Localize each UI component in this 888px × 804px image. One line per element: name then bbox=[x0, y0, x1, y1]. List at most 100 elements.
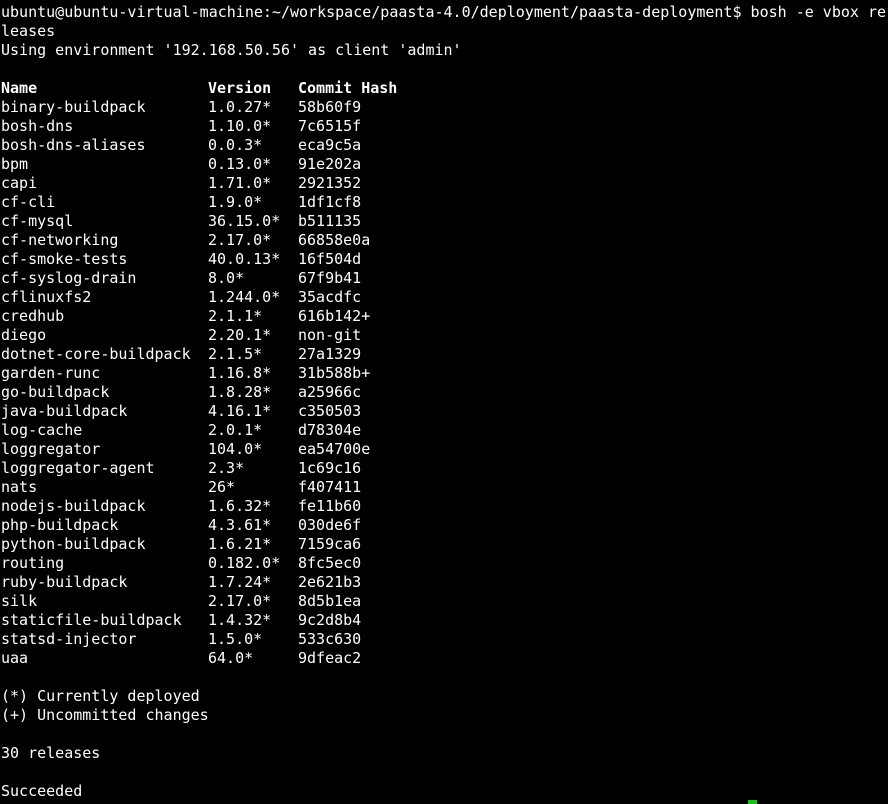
release-name: loggregator-agent bbox=[1, 459, 155, 477]
release-commit-hash: 58b60f9 bbox=[298, 98, 362, 116]
release-row: routing 0.182.0* 8fc5ec0 bbox=[1, 554, 888, 573]
release-commit-hash: 7159ca6 bbox=[298, 535, 362, 553]
release-commit-hash: 8fc5ec0 bbox=[298, 554, 362, 572]
status-message: Succeeded bbox=[1, 782, 83, 800]
terminal-cursor bbox=[748, 800, 757, 804]
release-name: staticfile-buildpack bbox=[1, 611, 182, 629]
header-commit-hash: Commit Hash bbox=[298, 79, 398, 97]
release-version: 0.0.3* bbox=[208, 136, 263, 154]
release-name: java-buildpack bbox=[1, 402, 128, 420]
release-commit-hash: fe11b60 bbox=[298, 497, 362, 515]
release-name: cf-cli bbox=[1, 193, 56, 211]
release-commit-hash: 1c69c16 bbox=[298, 459, 362, 477]
legend-uncommitted: (+) Uncommitted changes bbox=[1, 706, 209, 724]
release-row: python-buildpack 1.6.21* 7159ca6 bbox=[1, 535, 888, 554]
release-name: dotnet-core-buildpack bbox=[1, 345, 191, 363]
release-version: 26* bbox=[208, 478, 236, 496]
release-version: 1.16.8* bbox=[208, 364, 272, 382]
release-name: cf-mysql bbox=[1, 212, 74, 230]
release-version: 1.0.27* bbox=[208, 98, 272, 116]
header-version: Version bbox=[208, 79, 272, 97]
release-commit-hash: 35acdfc bbox=[298, 288, 362, 306]
release-commit-hash: c350503 bbox=[298, 402, 362, 420]
release-name: garden-runc bbox=[1, 364, 101, 382]
release-row: uaa 64.0* 9dfeac2 bbox=[1, 649, 888, 668]
release-version: 2.20.1* bbox=[208, 326, 272, 344]
release-row: php-buildpack 4.3.61* 030de6f bbox=[1, 516, 888, 535]
release-version: 4.3.61* bbox=[208, 516, 272, 534]
release-row: statsd-injector 1.5.0* 533c630 bbox=[1, 630, 888, 649]
release-version: 1.6.32* bbox=[208, 497, 272, 515]
release-version: 2.1.1* bbox=[208, 307, 263, 325]
release-row: dotnet-core-buildpack 2.1.5* 27a1329 bbox=[1, 345, 888, 364]
release-name: bpm bbox=[1, 155, 29, 173]
release-commit-hash: 616b142+ bbox=[298, 307, 371, 325]
release-row: loggregator-agent 2.3* 1c69c16 bbox=[1, 459, 888, 478]
release-version: 1.7.24* bbox=[208, 573, 272, 591]
header-name: Name bbox=[1, 79, 38, 97]
release-version: 0.13.0* bbox=[208, 155, 272, 173]
release-row: log-cache 2.0.1* d78304e bbox=[1, 421, 888, 440]
release-count: 30 releases bbox=[1, 744, 101, 762]
releases-table-body: binary-buildpack 1.0.27* 58b60f9 bosh-dns 1.… bbox=[1, 98, 888, 668]
release-version: 104.0* bbox=[208, 440, 263, 458]
release-version: 1.6.21* bbox=[208, 535, 272, 553]
release-row: credhub 2.1.1* 616b142+ bbox=[1, 307, 888, 326]
release-version: 1.5.0* bbox=[208, 630, 263, 648]
release-name: routing bbox=[1, 554, 65, 572]
release-commit-hash: 31b588b+ bbox=[298, 364, 371, 382]
release-name: bosh-dns-aliases bbox=[1, 136, 146, 154]
environment-line: Using environment '192.168.50.56' as cli… bbox=[1, 41, 462, 59]
release-name: loggregator bbox=[1, 440, 101, 458]
release-commit-hash: 9dfeac2 bbox=[298, 649, 362, 667]
release-version: 36.15.0* bbox=[208, 212, 281, 230]
release-row: cf-mysql 36.15.0* b511135 bbox=[1, 212, 888, 231]
release-version: 1.244.0* bbox=[208, 288, 281, 306]
release-name: capi bbox=[1, 174, 38, 192]
release-name: diego bbox=[1, 326, 47, 344]
release-commit-hash: 1df1cf8 bbox=[298, 193, 362, 211]
release-commit-hash: 2e621b3 bbox=[298, 573, 362, 591]
release-commit-hash: 2921352 bbox=[298, 174, 362, 192]
release-commit-hash: 030de6f bbox=[298, 516, 362, 534]
release-name: nodejs-buildpack bbox=[1, 497, 146, 515]
release-version: 64.0* bbox=[208, 649, 254, 667]
release-commit-hash: 8d5b1ea bbox=[298, 592, 362, 610]
release-commit-hash: ea54700e bbox=[298, 440, 371, 458]
release-name: ruby-buildpack bbox=[1, 573, 128, 591]
release-version: 1.9.0* bbox=[208, 193, 263, 211]
release-name: bosh-dns bbox=[1, 117, 74, 135]
release-row: bpm 0.13.0* 91e202a bbox=[1, 155, 888, 174]
release-row: go-buildpack 1.8.28* a25966c bbox=[1, 383, 888, 402]
release-name: statsd-injector bbox=[1, 630, 137, 648]
release-version: 1.71.0* bbox=[208, 174, 272, 192]
release-name: uaa bbox=[1, 649, 29, 667]
release-row: cf-cli 1.9.0* 1df1cf8 bbox=[1, 193, 888, 212]
release-row: cflinuxfs2 1.244.0* 35acdfc bbox=[1, 288, 888, 307]
terminal-window[interactable]: ubuntu@ubuntu-virtual-machine:~/workspac… bbox=[0, 0, 888, 804]
release-name: php-buildpack bbox=[1, 516, 119, 534]
release-name: cf-smoke-tests bbox=[1, 250, 128, 268]
release-commit-hash: 9c2d8b4 bbox=[298, 611, 362, 629]
release-commit-hash: d78304e bbox=[298, 421, 362, 439]
release-commit-hash: a25966c bbox=[298, 383, 362, 401]
release-row: cf-syslog-drain 8.0* 67f9b41 bbox=[1, 269, 888, 288]
release-name: go-buildpack bbox=[1, 383, 110, 401]
release-version: 1.4.32* bbox=[208, 611, 272, 629]
release-row: cf-smoke-tests 40.0.13* 16f504d bbox=[1, 250, 888, 269]
command-prompt-line: ubuntu@ubuntu-virtual-machine:~/workspac… bbox=[1, 3, 887, 21]
release-commit-hash: non-git bbox=[298, 326, 362, 344]
release-row: capi 1.71.0* 2921352 bbox=[1, 174, 888, 193]
release-version: 1.10.0* bbox=[208, 117, 272, 135]
release-commit-hash: 66858e0a bbox=[298, 231, 371, 249]
release-row: binary-buildpack 1.0.27* 58b60f9 bbox=[1, 98, 888, 117]
release-name: silk bbox=[1, 592, 38, 610]
release-commit-hash: f407411 bbox=[298, 478, 362, 496]
release-name: cflinuxfs2 bbox=[1, 288, 92, 306]
release-version: 0.182.0* bbox=[208, 554, 281, 572]
release-row: diego 2.20.1* non-git bbox=[1, 326, 888, 345]
legend-deployed: (*) Currently deployed bbox=[1, 687, 200, 705]
release-row: staticfile-buildpack 1.4.32* 9c2d8b4 bbox=[1, 611, 888, 630]
